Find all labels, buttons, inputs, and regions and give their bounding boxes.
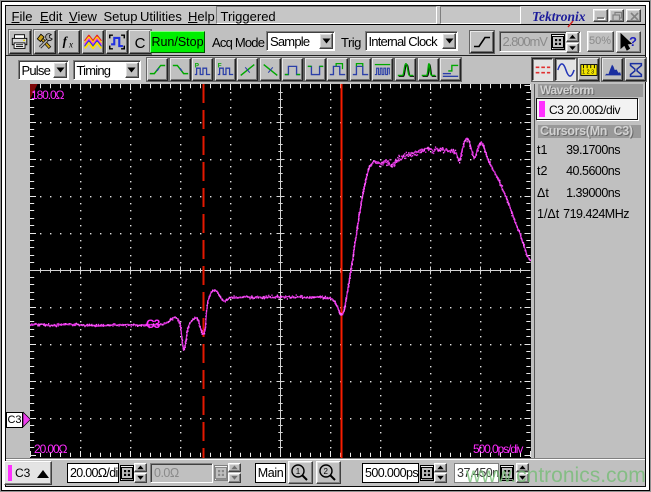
svg-text:1 2 3: 1 2 3 — [583, 69, 595, 75]
svg-text:1: 1 — [295, 467, 300, 476]
svg-text:f: f — [63, 35, 69, 49]
svg-text:?: ? — [629, 34, 637, 49]
svg-text:x: x — [68, 39, 73, 49]
svg-text:2: 2 — [324, 467, 329, 476]
